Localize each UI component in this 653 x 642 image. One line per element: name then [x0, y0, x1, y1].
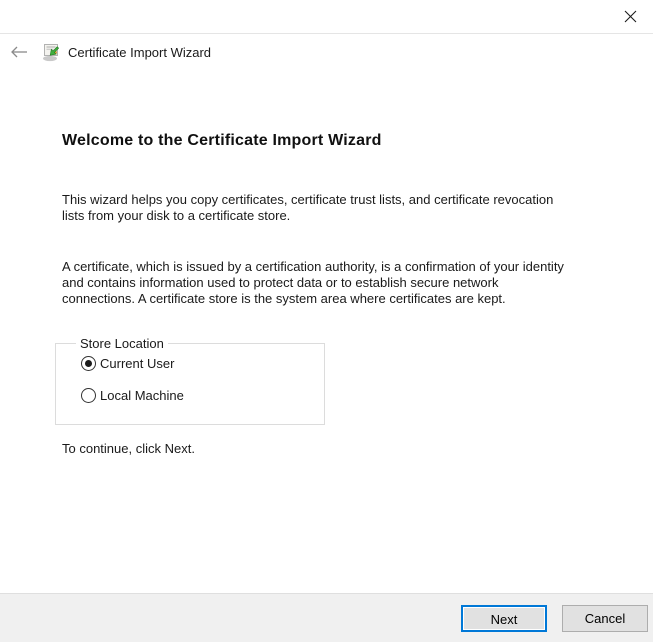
store-location-groupbox: Store Location Current User Local Machin…: [55, 336, 325, 425]
radio-button-icon: [81, 356, 96, 371]
radio-label: Current User: [100, 356, 175, 371]
footer: Next Cancel: [0, 593, 653, 642]
next-button[interactable]: Next: [461, 605, 547, 632]
store-location-legend: Store Location: [76, 336, 168, 351]
radio-current-user[interactable]: Current User: [81, 356, 174, 371]
close-icon: [624, 10, 637, 22]
continue-hint: To continue, click Next.: [62, 441, 195, 456]
wizard-header: Certificate Import Wizard: [0, 34, 653, 70]
certificate-icon: [43, 44, 60, 62]
certificate-import-wizard-window: Certificate Import Wizard Welcome to the…: [0, 0, 653, 642]
cancel-button[interactable]: Cancel: [562, 605, 648, 632]
page-title: Welcome to the Certificate Import Wizard: [62, 132, 382, 149]
radio-local-machine[interactable]: Local Machine: [81, 388, 184, 403]
header-title: Certificate Import Wizard: [68, 44, 212, 60]
back-button[interactable]: [2, 37, 36, 67]
radio-label: Local Machine: [100, 388, 184, 403]
close-button[interactable]: [608, 0, 653, 32]
titlebar: [0, 0, 653, 34]
radio-button-icon: [81, 388, 96, 403]
description-paragraph: A certificate, which is issued by a cert…: [62, 259, 564, 306]
back-arrow-icon: [11, 46, 27, 58]
intro-paragraph: This wizard helps you copy certificates,…: [62, 192, 554, 223]
